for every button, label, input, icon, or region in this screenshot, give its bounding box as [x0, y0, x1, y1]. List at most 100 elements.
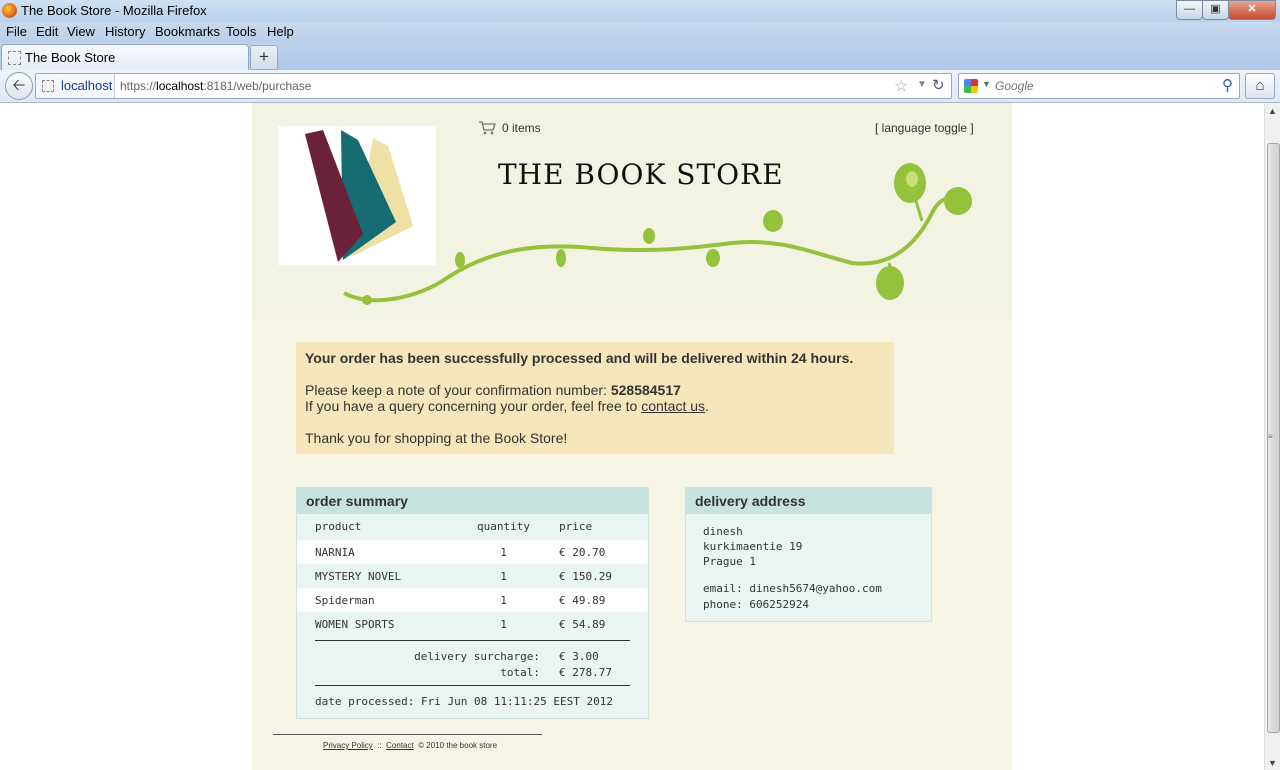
minimize-button[interactable]: —	[1176, 0, 1203, 20]
order-summary-header: order summary	[297, 488, 648, 514]
table-row: MYSTERY NOVEL 1 € 150.29	[297, 564, 648, 588]
menu-help[interactable]: Help	[267, 24, 294, 39]
contact-us-link[interactable]: contact us	[641, 398, 705, 414]
email-value: dinesh5674@yahoo.com	[749, 582, 882, 595]
url-host: localhost	[156, 79, 204, 93]
menu-history[interactable]: History	[105, 24, 145, 39]
site-identity-button[interactable]: localhost	[36, 74, 115, 98]
star-icon[interactable]: ☆	[894, 76, 908, 96]
query-text: If you have a query concerning your orde…	[305, 398, 642, 414]
contact-line: If you have a query concerning your orde…	[305, 398, 709, 414]
thanks-message: Thank you for shopping at the Book Store…	[305, 430, 568, 446]
menu-edit[interactable]: Edit	[36, 24, 58, 39]
address-name: dinesh	[703, 525, 743, 538]
item-price: € 150.29	[559, 570, 612, 583]
back-button[interactable]: 🡠	[5, 72, 33, 100]
tab-bar: The Book Store +	[0, 42, 1280, 71]
item-price: € 20.70	[559, 546, 606, 559]
date-label: date processed:	[315, 695, 415, 708]
book-logo-icon	[305, 130, 413, 262]
item-quantity: 1	[500, 618, 507, 631]
cart-count: 0 items	[502, 121, 541, 135]
order-summary-title: order summary	[306, 493, 408, 509]
delivery-address-header: delivery address	[686, 488, 931, 514]
scroll-grip-icon: ≡	[1268, 432, 1273, 441]
url-text[interactable]: https://localhost:8181/web/purchase	[120, 79, 311, 93]
menu-tools[interactable]: Tools	[226, 24, 256, 39]
url-path: :8181/web/purchase	[203, 79, 312, 93]
date-processed: date processed: Fri Jun 08 11:11:25 EEST…	[315, 695, 613, 708]
home-button[interactable]: ⌂	[1245, 73, 1275, 99]
surcharge-value: € 3.00	[559, 650, 599, 663]
tab-book-store[interactable]: The Book Store	[1, 44, 249, 71]
url-prefix: https://	[120, 79, 157, 93]
phone-value: 606252924	[749, 598, 809, 611]
back-arrow-icon: 🡠	[12, 77, 26, 94]
menu-bookmarks[interactable]: Bookmarks	[155, 24, 220, 39]
footer-divider	[273, 734, 542, 735]
date-value: Fri Jun 08 11:11:25 EEST 2012	[420, 695, 614, 708]
store-header: 0 items [ language toggle ] THE BOOK STO…	[252, 103, 1012, 318]
confirmation-note: Please keep a note of your confirmation …	[305, 382, 611, 398]
email-line: email: dinesh5674@yahoo.com	[703, 582, 882, 595]
copyright-text: © 2010 the book store	[418, 741, 498, 750]
new-tab-button[interactable]: +	[250, 45, 278, 70]
contact-link[interactable]: Contact	[386, 741, 414, 750]
item-product: NARNIA	[315, 546, 355, 559]
confirmation-headline: Your order has been successfully process…	[305, 350, 854, 366]
delivery-address-panel: delivery address dinesh kurkimaentie 19 …	[685, 487, 932, 622]
column-quantity: quantity	[477, 520, 530, 533]
store-logo[interactable]	[278, 126, 436, 265]
search-placeholder: Google	[995, 79, 1034, 93]
table-row: Spiderman 1 € 49.89	[297, 588, 648, 612]
total-label: total:	[500, 666, 540, 679]
table-row: NARNIA 1 € 20.70	[297, 540, 648, 564]
maximize-button[interactable]: ▣	[1202, 0, 1229, 20]
reload-icon[interactable]: ↻	[932, 76, 945, 94]
window-titlebar: The Book Store - Mozilla Firefox — ▣ ✕	[0, 0, 1280, 22]
url-dropdown-icon[interactable]: ▼	[917, 79, 927, 90]
item-quantity: 1	[500, 570, 507, 583]
store-title: THE BOOK STORE	[498, 158, 784, 191]
item-quantity: 1	[500, 546, 507, 559]
search-engine-dropdown-icon[interactable]: ▼	[982, 79, 991, 89]
privacy-policy-link[interactable]: Privacy Policy	[323, 741, 373, 750]
confirmation-number: 528584517	[610, 382, 681, 398]
item-product: WOMEN SPORTS	[315, 618, 395, 631]
vertical-scrollbar[interactable]: ▲ ≡ ▼	[1264, 103, 1280, 770]
page-content: 0 items [ language toggle ] THE BOOK STO…	[252, 103, 1012, 770]
order-confirmation-message: Your order has been successfully process…	[296, 342, 894, 454]
address-street: kurkimaentie 19	[703, 540, 803, 553]
column-price: price	[559, 520, 593, 533]
magnifier-icon[interactable]: ⚲	[1222, 76, 1233, 94]
home-icon: ⌂	[1255, 77, 1265, 94]
surcharge-label: delivery surcharge:	[414, 650, 540, 663]
column-product: product	[315, 520, 362, 533]
item-price: € 54.89	[559, 618, 606, 631]
close-button[interactable]: ✕	[1228, 0, 1276, 20]
google-icon[interactable]	[964, 79, 978, 93]
query-suffix: .	[705, 398, 709, 414]
cart-widget[interactable]: 0 items	[478, 120, 541, 135]
footer: Privacy Policy :: Contact © 2010 the boo…	[323, 741, 497, 750]
firefox-icon	[2, 3, 17, 18]
site-identity-icon	[42, 80, 54, 92]
address-city: Prague 1	[703, 555, 756, 568]
confirmation-number-line: Please keep a note of your confirmation …	[305, 382, 681, 398]
scroll-down-icon[interactable]: ▼	[1268, 758, 1277, 768]
item-product: MYSTERY NOVEL	[315, 570, 402, 583]
menu-view[interactable]: View	[67, 24, 95, 39]
phone-label: phone:	[703, 598, 743, 611]
window-title: The Book Store - Mozilla Firefox	[21, 3, 207, 18]
search-input[interactable]: ▼ Google ⚲	[958, 73, 1240, 99]
language-toggle[interactable]: [ language toggle ]	[875, 121, 974, 135]
divider	[315, 685, 630, 686]
menu-bar: File Edit View History Bookmarks Tools H…	[0, 22, 1280, 42]
cart-icon	[479, 121, 496, 135]
item-quantity: 1	[500, 594, 507, 607]
url-bar[interactable]: localhost https://localhost:8181/web/pur…	[35, 73, 952, 99]
menu-file[interactable]: File	[6, 24, 27, 39]
email-label: email:	[703, 582, 743, 595]
scroll-up-icon[interactable]: ▲	[1268, 106, 1277, 116]
page-favicon-icon	[8, 51, 21, 65]
